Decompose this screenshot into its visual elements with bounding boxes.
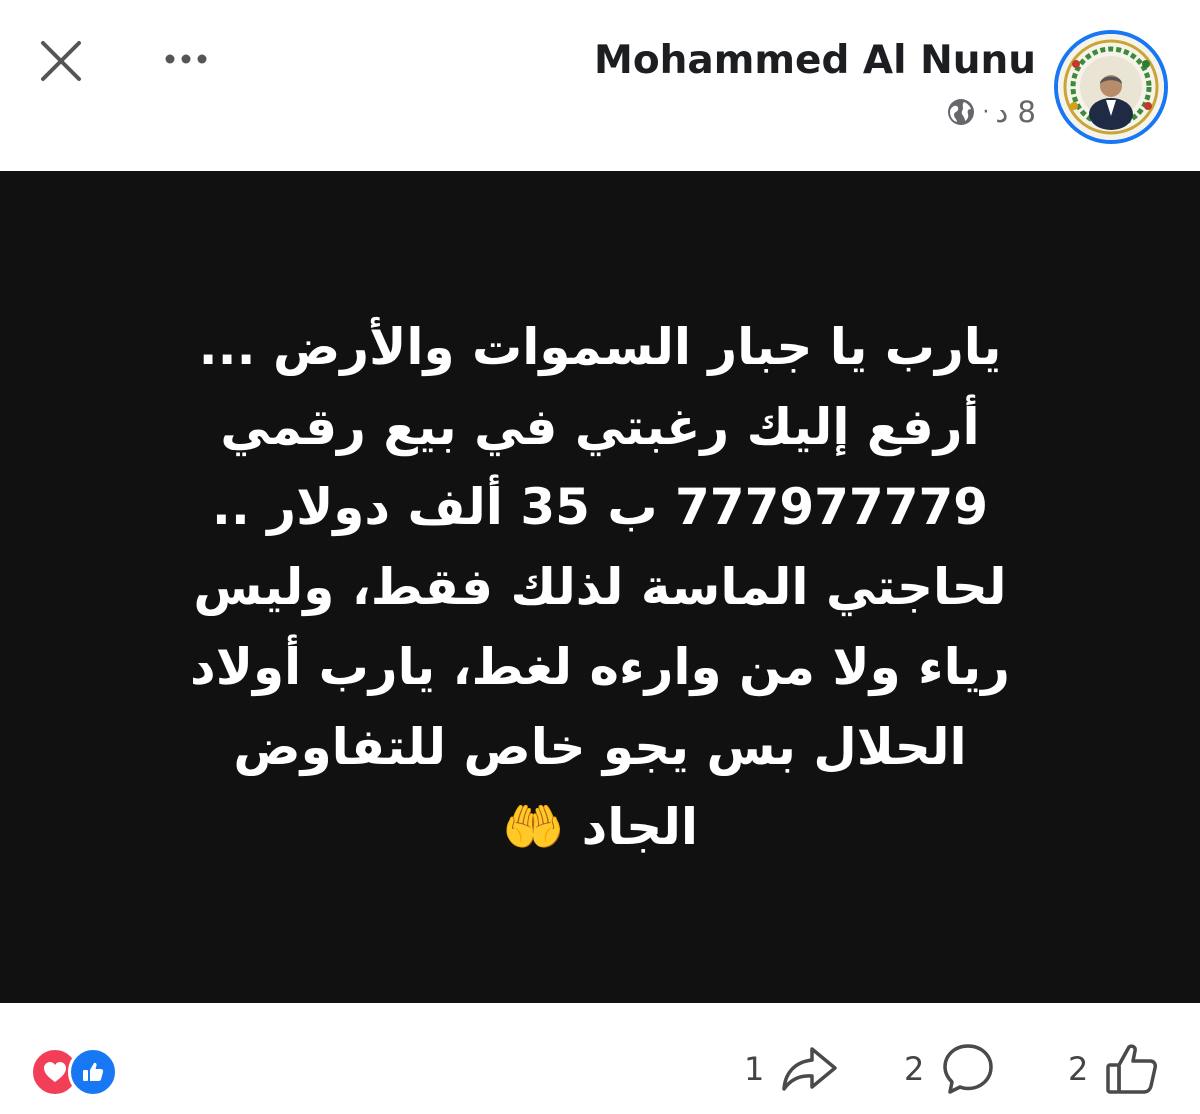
like-reaction-icon	[68, 1047, 118, 1097]
post-header: Mohammed Al Nunu · 8 د	[0, 0, 1200, 170]
post-text-line: أرفع إليك رغبتي في بيع رقمي	[220, 398, 980, 456]
share-button[interactable]: 1	[744, 1037, 838, 1101]
avatar-image	[1058, 34, 1164, 140]
thumbs-up-icon	[1106, 1044, 1158, 1094]
like-button[interactable]: 2	[1068, 1037, 1160, 1101]
more-options-button[interactable]	[158, 36, 214, 82]
post-time[interactable]: 8 د	[995, 95, 1036, 129]
post-text-line: رياء ولا من وارءه لغط، يارب أولاد	[190, 638, 1010, 696]
post-text-line: لحاجتي الماسة لذلك فقط، وليس	[193, 558, 1007, 616]
post-text-line: يارب يا جبار السموات والأرض ...	[198, 318, 1002, 376]
author-name[interactable]: Mohammed Al Nunu	[594, 38, 1036, 83]
reaction-summary[interactable]	[30, 1047, 118, 1097]
like-count: 2	[1068, 1050, 1089, 1088]
comment-count: 2	[904, 1050, 925, 1088]
meta-separator: ·	[982, 99, 990, 125]
post-meta: · 8 د	[946, 92, 1036, 132]
post-footer: 1 2 2	[0, 1003, 1200, 1114]
share-icon	[782, 1047, 838, 1091]
post-text-line: 777977779 ب 35 ألف دولار ..	[211, 478, 989, 536]
globe-icon	[948, 99, 975, 125]
post-content[interactable]: يارب يا جبار السموات والأرض ... أرفع إلي…	[0, 171, 1200, 1003]
post-text: يارب يا جبار السموات والأرض ... أرفع إلي…	[100, 307, 1100, 867]
post-text-line: الحلال بس يجو خاص للتفاوض	[233, 718, 967, 776]
share-count: 1	[744, 1050, 765, 1088]
comment-icon	[943, 1044, 994, 1094]
comment-button[interactable]: 2	[904, 1037, 996, 1101]
close-icon	[41, 41, 81, 81]
author-avatar[interactable]	[1054, 30, 1168, 144]
close-button[interactable]	[36, 36, 86, 86]
more-icon	[165, 54, 207, 64]
post-text-line: الجاد 🤲	[501, 798, 699, 856]
